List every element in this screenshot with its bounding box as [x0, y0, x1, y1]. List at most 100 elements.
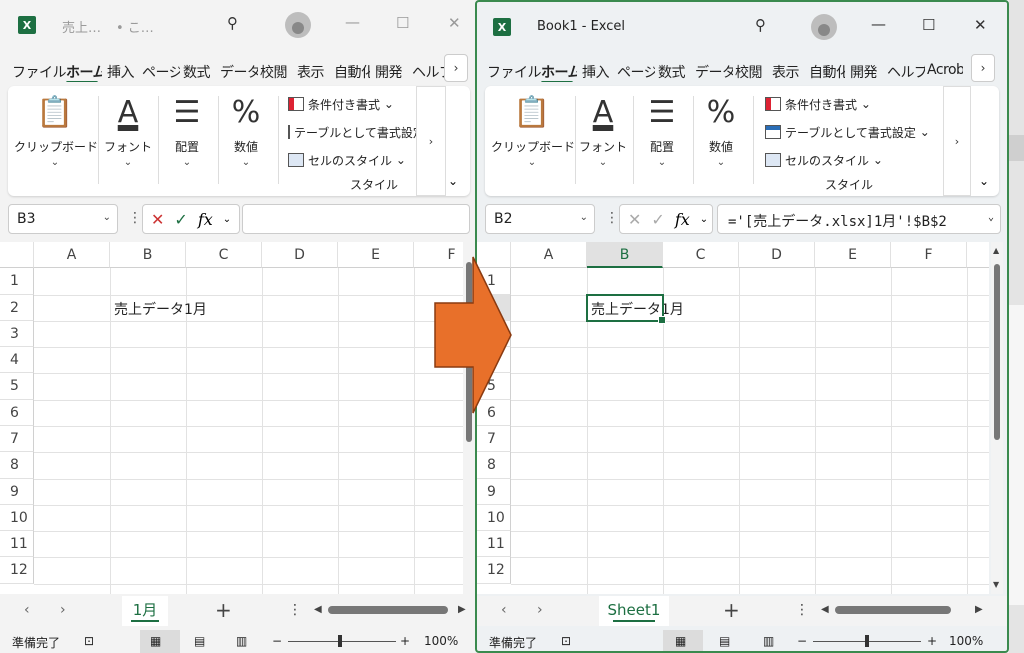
tab-data[interactable]: データ: [695, 62, 733, 82]
normal-view-icon[interactable]: ▦: [150, 634, 161, 648]
minimize-icon[interactable]: —: [871, 15, 886, 33]
page-layout-icon[interactable]: ▤: [719, 634, 730, 648]
ribbon-scroll-button[interactable]: ›: [943, 86, 971, 196]
column-header[interactable]: A: [511, 242, 587, 268]
zoom-in-icon[interactable]: +: [400, 634, 410, 648]
tab-help[interactable]: ヘルプ: [412, 62, 444, 82]
column-header[interactable]: D: [739, 242, 815, 268]
more-icon[interactable]: ⋮: [795, 602, 809, 618]
clipboard-group[interactable]: 📋 クリップボード ⌄: [14, 94, 98, 189]
tab-file[interactable]: ファイル: [487, 62, 541, 82]
zoom-out-icon[interactable]: −: [797, 634, 807, 648]
cell-b2[interactable]: 売上データ1月: [114, 299, 207, 319]
tab-automate[interactable]: 自動化: [334, 62, 370, 82]
conditional-format-button[interactable]: 条件付き書式 ⌄: [288, 94, 394, 114]
scroll-left-icon[interactable]: ◀: [314, 604, 322, 615]
cell-styles-button[interactable]: セルのスタイル ⌄: [765, 150, 883, 170]
tab-view[interactable]: 表示: [772, 62, 799, 82]
row-header[interactable]: 12: [477, 557, 511, 584]
add-sheet-icon[interactable]: +: [215, 598, 232, 622]
column-header[interactable]: D: [262, 242, 338, 268]
horizontal-scroll-thumb[interactable]: [328, 606, 448, 614]
row-header[interactable]: 3: [0, 321, 34, 347]
row-header[interactable]: 11: [477, 531, 511, 557]
row-header[interactable]: 12: [0, 557, 34, 584]
font-group[interactable]: A フォント ⌄: [575, 94, 631, 189]
tab-acrobat[interactable]: Acrobat: [927, 62, 963, 78]
conditional-format-button[interactable]: 条件付き書式 ⌄: [765, 94, 871, 114]
more-icon[interactable]: ⋮: [605, 210, 619, 226]
zoom-slider[interactable]: [865, 635, 869, 647]
next-sheet-icon[interactable]: ›: [537, 602, 543, 618]
zoom-level[interactable]: 100%: [949, 634, 983, 648]
prev-sheet-icon[interactable]: ‹: [24, 602, 30, 618]
account-avatar[interactable]: [285, 12, 311, 38]
row-header[interactable]: 10: [477, 505, 511, 531]
accessibility-icon[interactable]: ⊡: [84, 634, 94, 648]
format-as-table-button[interactable]: テーブルとして書式設定 ⌄: [765, 122, 930, 142]
tab-insert[interactable]: 挿入: [107, 62, 134, 82]
format-as-table-button[interactable]: テーブルとして書式設定: [288, 122, 418, 142]
search-icon[interactable]: ⚲: [755, 16, 766, 34]
enter-icon[interactable]: ✓: [174, 210, 187, 229]
tab-page[interactable]: ページ: [142, 62, 180, 82]
ribbon-collapse-icon[interactable]: ⌄: [448, 174, 458, 188]
row-header[interactable]: 8: [0, 452, 34, 479]
vertical-scrollbar[interactable]: ▲ ▼: [991, 242, 1003, 594]
zoom-in-icon[interactable]: +: [927, 634, 937, 648]
row-header[interactable]: 9: [477, 479, 511, 505]
fx-icon[interactable]: fx: [198, 210, 213, 229]
page-layout-icon[interactable]: ▤: [194, 634, 205, 648]
name-box[interactable]: B2 ⌄: [485, 204, 595, 234]
tab-developer[interactable]: 開発: [375, 62, 402, 82]
row-header[interactable]: 8: [477, 452, 511, 479]
name-box[interactable]: B3 ⌄: [8, 204, 118, 234]
scroll-left-icon[interactable]: ◀: [821, 604, 829, 615]
maximize-icon[interactable]: ☐: [922, 16, 935, 34]
close-icon[interactable]: ✕: [448, 14, 461, 32]
horizontal-scroll-thumb[interactable]: [835, 606, 951, 614]
tab-review[interactable]: 校閲: [260, 62, 287, 82]
number-group[interactable]: % 数値 ⌄: [693, 94, 749, 189]
tab-page[interactable]: ページ: [617, 62, 655, 82]
next-sheet-icon[interactable]: ›: [60, 602, 66, 618]
tab-file[interactable]: ファイル: [12, 62, 66, 82]
close-icon[interactable]: ✕: [974, 16, 987, 34]
add-sheet-icon[interactable]: +: [723, 598, 740, 622]
formula-input[interactable]: [242, 204, 470, 234]
enter-icon[interactable]: ✓: [651, 210, 664, 229]
alignment-group[interactable]: ☰ 配置 ⌄: [158, 94, 216, 189]
worksheet-grid[interactable]: A B C D E F 1 2 3 4 5 6 7 8 9 10 11 12: [477, 242, 989, 594]
page-break-icon[interactable]: ▥: [236, 634, 247, 648]
number-group[interactable]: % 数値 ⌄: [218, 94, 274, 189]
scroll-right-icon[interactable]: ▶: [458, 604, 466, 615]
ribbon-scroll-button[interactable]: ›: [416, 86, 446, 196]
row-header[interactable]: 4: [0, 347, 34, 373]
column-header[interactable]: A: [34, 242, 110, 268]
tab-data[interactable]: データ: [220, 62, 258, 82]
tab-insert[interactable]: 挿入: [582, 62, 609, 82]
column-header[interactable]: E: [338, 242, 414, 268]
scroll-right-icon[interactable]: ▶: [975, 604, 983, 615]
tab-home[interactable]: ホーム: [66, 62, 102, 82]
tab-formulas[interactable]: 数式: [183, 62, 210, 82]
column-header[interactable]: C: [663, 242, 739, 268]
minimize-icon[interactable]: —: [345, 13, 360, 31]
row-header[interactable]: 5: [0, 373, 34, 400]
zoom-out-icon[interactable]: −: [272, 634, 282, 648]
more-icon[interactable]: ⋮: [128, 210, 142, 226]
zoom-level[interactable]: 100%: [424, 634, 458, 648]
column-header[interactable]: F: [891, 242, 967, 268]
alignment-group[interactable]: ☰ 配置 ⌄: [633, 94, 691, 189]
sheet-tab-1gatsu[interactable]: 1月: [122, 596, 168, 626]
scroll-thumb[interactable]: [994, 264, 1000, 440]
sheet-tab-sheet1[interactable]: Sheet1: [599, 596, 669, 626]
maximize-icon[interactable]: ☐: [396, 14, 409, 32]
cancel-icon[interactable]: ✕: [628, 210, 641, 229]
cancel-icon[interactable]: ✕: [151, 210, 164, 229]
column-header[interactable]: E: [815, 242, 891, 268]
column-header[interactable]: C: [186, 242, 262, 268]
row-header[interactable]: 11: [0, 531, 34, 557]
zoom-slider[interactable]: [338, 635, 342, 647]
row-header[interactable]: 7: [0, 426, 34, 452]
